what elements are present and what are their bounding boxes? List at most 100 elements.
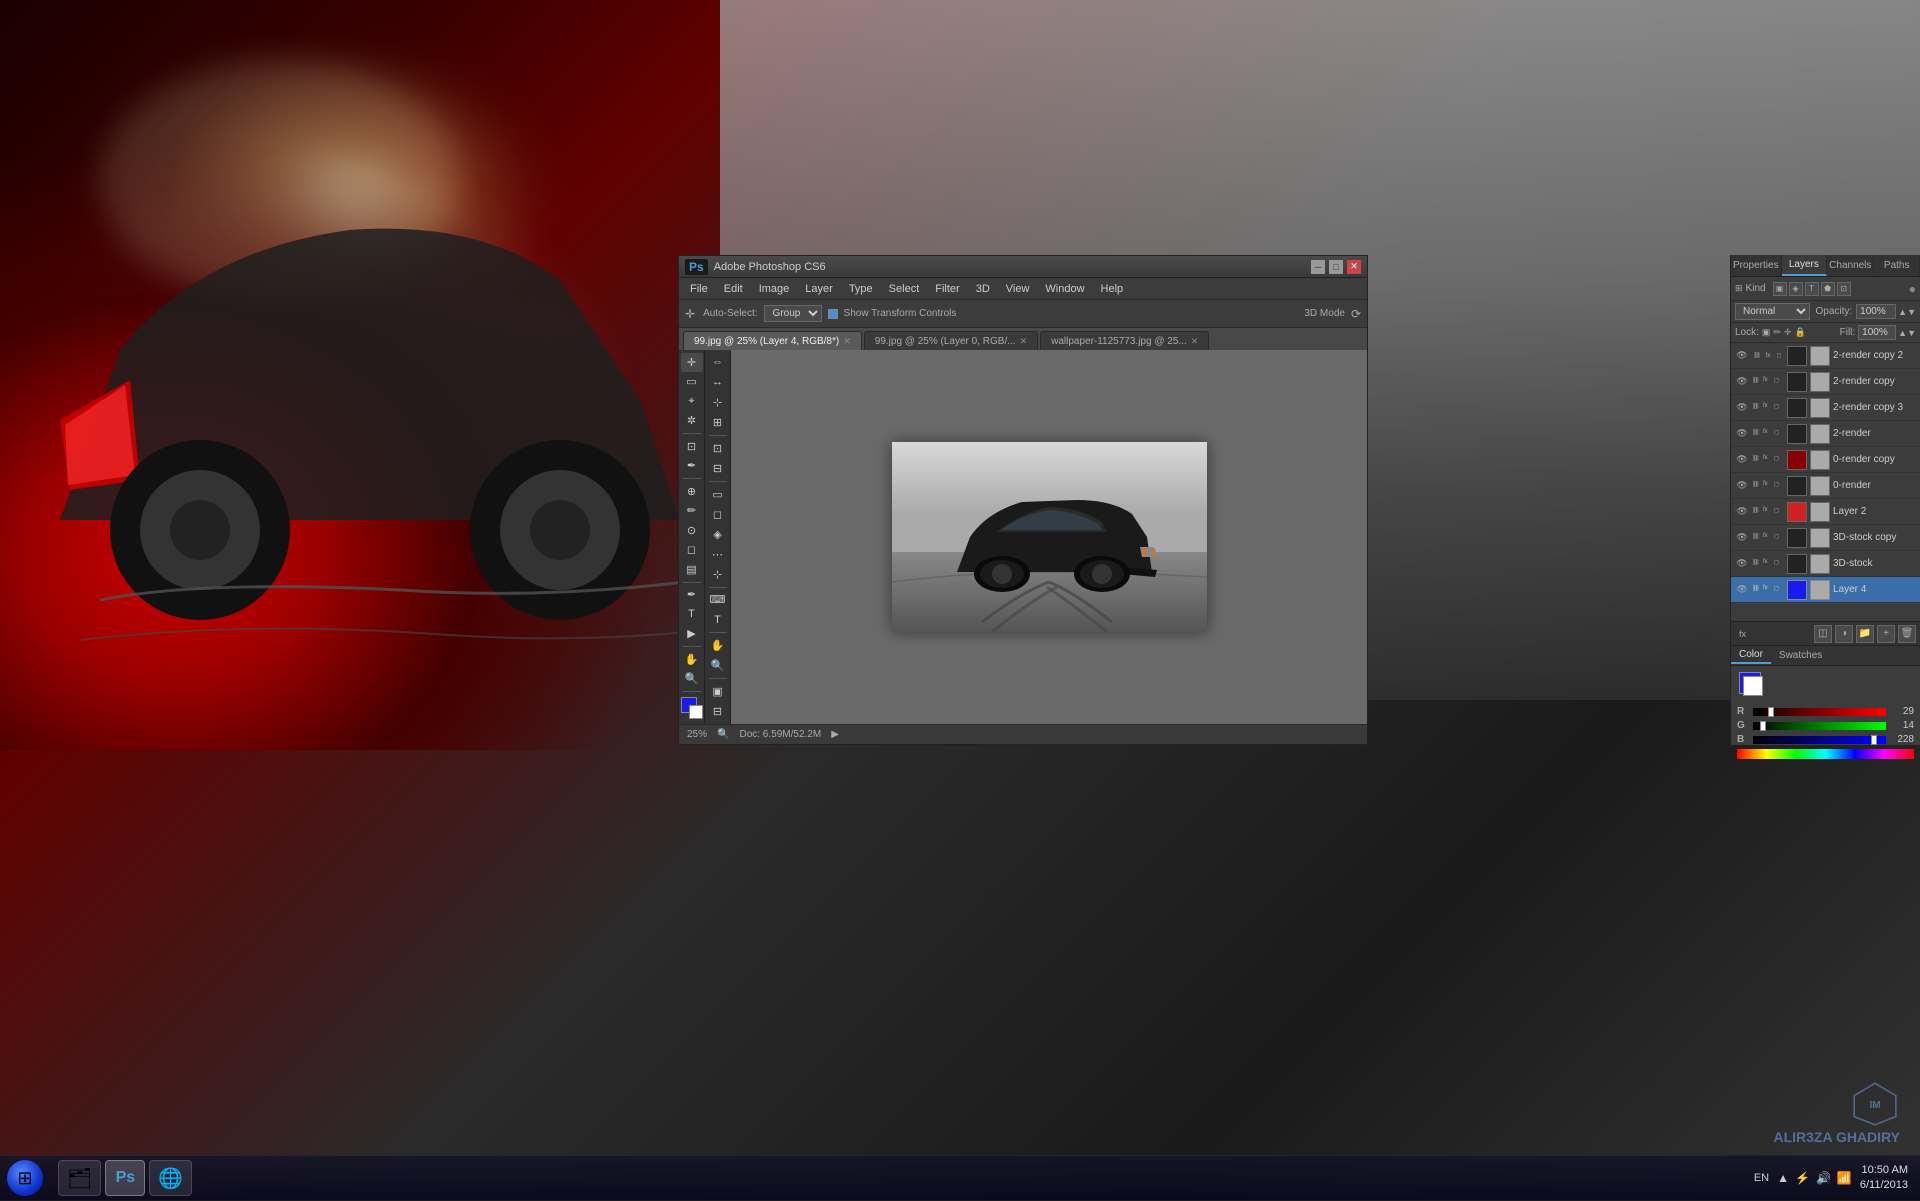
tool-2-9[interactable]: ◈ (707, 525, 729, 544)
layer-eye[interactable]: 👁 (1735, 375, 1749, 389)
tool-zoom[interactable]: 🔍 (681, 670, 703, 689)
delete-layer-button[interactable]: 🗑 (1898, 625, 1916, 643)
tool-healing[interactable]: ⊕ (681, 482, 703, 501)
menu-file[interactable]: File (683, 281, 715, 297)
tool-magic-wand[interactable]: ✲ (681, 412, 703, 431)
layer-eye[interactable]: 👁 (1735, 505, 1749, 519)
tool-2-2[interactable]: ↔ (707, 373, 729, 392)
tab-2[interactable]: 99.jpg @ 25% (Layer 0, RGB/... ✕ (864, 331, 1038, 350)
tool-type[interactable]: T (681, 605, 703, 624)
b-slider[interactable] (1753, 736, 1886, 744)
tool-2-14[interactable]: ✋ (707, 636, 729, 655)
tool-path-select[interactable]: ▶ (681, 625, 703, 644)
network-wifi-icon[interactable]: 📶 (1837, 1171, 1852, 1185)
tool-2-mode2[interactable]: ⊟ (707, 702, 729, 721)
tab-active-close[interactable]: ✕ (843, 336, 851, 347)
fx-button[interactable]: fx (1735, 629, 1750, 639)
tool-2-7[interactable]: ▭ (707, 485, 729, 504)
menu-image[interactable]: Image (752, 281, 797, 297)
layer-eye[interactable]: 👁 (1735, 531, 1749, 545)
start-button[interactable]: ⊞ (0, 1156, 50, 1201)
tab-3-close[interactable]: ✕ (1191, 336, 1199, 347)
fill-input[interactable] (1858, 325, 1896, 340)
menu-select[interactable]: Select (882, 281, 927, 297)
tool-eyedropper[interactable]: ✒ (681, 457, 703, 476)
transform-checkbox[interactable] (828, 309, 838, 319)
menu-window[interactable]: Window (1038, 281, 1091, 297)
menu-filter[interactable]: Filter (928, 281, 966, 297)
filter-shape[interactable]: ⬟ (1821, 282, 1835, 296)
layer-eye[interactable]: 👁 (1735, 401, 1749, 415)
layer-eye[interactable]: 👁 (1735, 427, 1749, 441)
layer-item-layer2[interactable]: 👁 ⛓ fx ◻ Layer 2 (1731, 499, 1920, 525)
tool-eraser[interactable]: ◻ (681, 541, 703, 560)
new-adjustment-button[interactable]: ◑ (1835, 625, 1853, 643)
tab-layers[interactable]: Layers (1782, 255, 1828, 276)
layer-item-2-render-copy3[interactable]: 👁 ⛓ fx ◻ 2-render copy 3 (1731, 395, 1920, 421)
tab-active[interactable]: 99.jpg @ 25% (Layer 4, RGB/8*) ✕ (683, 331, 862, 350)
tab-channels[interactable]: Channels (1827, 256, 1874, 275)
filter-toggle[interactable]: ● (1909, 282, 1916, 296)
g-slider[interactable] (1753, 722, 1886, 730)
tool-clone[interactable]: ⊙ (681, 521, 703, 540)
tool-crop[interactable]: ⊡ (681, 437, 703, 456)
taskbar-explorer[interactable]: 🗂 (58, 1160, 101, 1196)
tab-properties[interactable]: Properties (1731, 256, 1782, 275)
tool-marquee[interactable]: ▭ (681, 373, 703, 392)
tool-2-1[interactable]: ⇔ (707, 353, 729, 372)
tool-lasso[interactable]: ⌖ (681, 392, 703, 411)
lock-transparent[interactable]: ▣ (1762, 327, 1771, 338)
tool-pen[interactable]: ✒ (681, 586, 703, 605)
tool-gradient[interactable]: ▤ (681, 560, 703, 579)
tool-2-8[interactable]: ◻ (707, 505, 729, 524)
tool-2-12[interactable]: ⌨ (707, 590, 729, 609)
tool-2-4[interactable]: ⊞ (707, 413, 729, 432)
tool-2-10[interactable]: ⋯ (707, 545, 729, 564)
taskbar-chrome[interactable]: 🌐 (149, 1160, 192, 1196)
layer-item-2-render[interactable]: 👁 ⛓ fx ◻ 2-render (1731, 421, 1920, 447)
layer-item-2-render-copy2[interactable]: 👁 ⛓ fx ◻ 2-render copy 2 (1731, 343, 1920, 369)
tool-2-3[interactable]: ⊹ (707, 393, 729, 412)
menu-view[interactable]: View (999, 281, 1037, 297)
filter-type[interactable]: T (1805, 282, 1819, 296)
layer-item-0-render[interactable]: 👁 ⛓ fx ◻ 0-render (1731, 473, 1920, 499)
bg-color[interactable] (689, 705, 703, 719)
menu-layer[interactable]: Layer (798, 281, 840, 297)
blend-mode-dropdown[interactable]: Normal Multiply Screen Overlay (1735, 303, 1810, 320)
layer-item-0-render-copy[interactable]: 👁 ⛓ fx ◻ 0-render copy (1731, 447, 1920, 473)
filter-smart[interactable]: ⊡ (1837, 282, 1851, 296)
system-clock[interactable]: 10:50 AM 6/11/2013 (1860, 1163, 1908, 1194)
volume-icon[interactable]: 🔊 (1816, 1171, 1831, 1185)
tool-brush[interactable]: ✏ (681, 502, 703, 521)
layer-eye[interactable]: 👁 (1735, 557, 1749, 571)
fill-stepper[interactable]: ▲▼ (1898, 328, 1916, 338)
tool-hand[interactable]: ✋ (681, 650, 703, 669)
filter-adjust[interactable]: ◈ (1789, 282, 1803, 296)
minimize-button[interactable]: ─ (1311, 260, 1325, 274)
filter-pixel[interactable]: ▣ (1773, 282, 1787, 296)
tool-move[interactable]: ✛ (681, 353, 703, 372)
tool-2-13[interactable]: T (707, 610, 729, 629)
close-button[interactable]: ✕ (1347, 260, 1361, 274)
maximize-button[interactable]: □ (1329, 260, 1343, 274)
menu-help[interactable]: Help (1094, 281, 1131, 297)
opacity-input[interactable] (1856, 304, 1896, 319)
menu-3d[interactable]: 3D (969, 281, 997, 297)
layer-eye[interactable]: 👁 (1735, 583, 1749, 597)
tool-2-15[interactable]: 🔍 (707, 656, 729, 675)
layer-eye[interactable]: 👁 (1735, 479, 1749, 493)
layer-item-3d-stock-copy[interactable]: 👁 ⛓ fx ◻ 3D-stock copy (1731, 525, 1920, 551)
layer-item-layer4[interactable]: 👁 ⛓ fx ◻ Layer 4 (1731, 577, 1920, 603)
tool-2-6[interactable]: ⊟ (707, 459, 729, 478)
network-icon[interactable]: ▲ (1777, 1171, 1789, 1185)
hue-bar[interactable] (1737, 749, 1914, 759)
new-group-button[interactable]: 📁 (1856, 625, 1874, 643)
lock-position[interactable]: ✛ (1784, 327, 1792, 338)
swatches-tab[interactable]: Swatches (1771, 648, 1830, 663)
color-tab[interactable]: Color (1731, 647, 1771, 664)
opacity-stepper[interactable]: ▲▼ (1898, 307, 1916, 317)
taskbar-photoshop[interactable]: Ps (105, 1160, 145, 1196)
add-mask-button[interactable]: ◫ (1814, 625, 1832, 643)
lock-brush[interactable]: ✏ (1773, 327, 1781, 338)
new-layer-button[interactable]: + (1877, 625, 1895, 643)
